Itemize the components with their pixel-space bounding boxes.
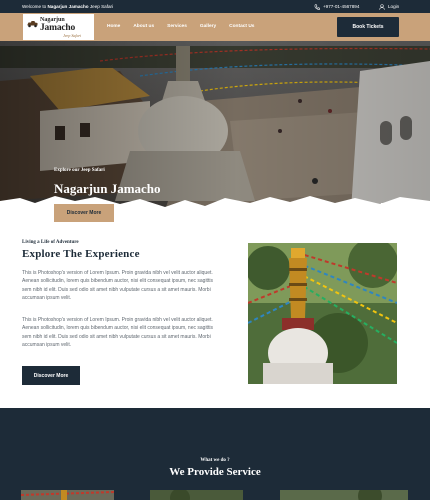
hero-eyebrow: Explore our Jeep Safari [54, 168, 105, 173]
nav-item-home[interactable]: Home [107, 24, 120, 29]
nav-item-services[interactable]: Services [167, 24, 187, 29]
book-tickets-button[interactable]: Book Tickets [337, 17, 399, 37]
about-eyebrow: Living a Life of Adventure [22, 240, 79, 245]
service-title: We Provide Service [169, 466, 261, 478]
service-eyebrow: What we do ? [200, 458, 230, 463]
hero-discover-button[interactable]: Discover More [54, 204, 114, 222]
user-icon [379, 3, 385, 10]
hero-banner: Explore our Jeep Safari Nagarjun Jamacho… [0, 41, 430, 226]
service-card-image-2[interactable] [150, 490, 243, 500]
hero-title: Nagarjun Jamacho [54, 181, 161, 196]
login-link[interactable]: Login [379, 3, 400, 10]
about-paragraph-2: This is Photoshop's version of Lorem Ips… [22, 317, 213, 349]
logo-line-2: Jamacho [40, 23, 76, 33]
service-card-image-1[interactable] [21, 490, 114, 500]
slider-next-button[interactable] [398, 203, 414, 219]
about-paragraph-1: This is Photoshop's version of Lorem Ips… [22, 270, 213, 302]
about-title: Explore The Experience [22, 248, 140, 260]
about-stupa-image [248, 243, 397, 384]
login-label: Login [388, 4, 400, 9]
welcome-prefix: Welcome to [22, 4, 47, 9]
phone-contact[interactable]: +977-01-4567894 [314, 3, 360, 10]
main-navbar: Nagarjun Jamacho Jeep Safari Home About … [0, 13, 430, 41]
nav-menu: Home About us Services Gallery Contact U… [107, 24, 267, 29]
welcome-brand: Nagarjun Jamacho [47, 4, 89, 9]
nav-item-about[interactable]: About us [133, 24, 154, 29]
welcome-text: Welcome to Nagarjun Jamacho Jeep Safari [22, 4, 113, 9]
top-bar: Welcome to Nagarjun Jamacho Jeep Safari … [0, 0, 430, 13]
service-card-image-3[interactable] [280, 490, 408, 500]
service-section: What we do ? We Provide Service [0, 408, 430, 500]
welcome-suffix: Jeep Safari [89, 4, 114, 9]
jeep-icon [27, 21, 38, 28]
chevron-left-icon [382, 204, 387, 212]
phone-icon [314, 3, 320, 10]
chevron-right-icon [400, 204, 405, 212]
logo-line-3: Jeep Safari [63, 33, 82, 38]
slider-prev-button[interactable] [381, 203, 397, 219]
nav-item-contact[interactable]: Contact Us [229, 24, 254, 29]
site-logo[interactable]: Nagarjun Jamacho Jeep Safari [22, 13, 95, 41]
about-discover-button[interactable]: Discover More [22, 366, 80, 385]
phone-number: +977-01-4567894 [323, 4, 360, 9]
nav-item-gallery[interactable]: Gallery [200, 24, 216, 29]
hero-image [0, 41, 430, 226]
